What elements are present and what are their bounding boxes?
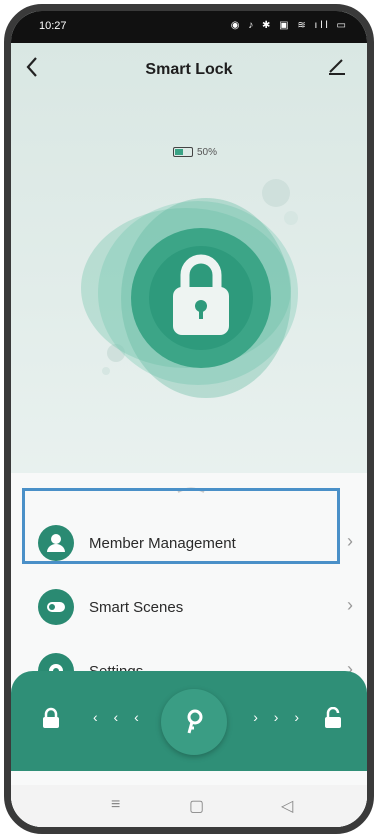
- swipe-left-arrows: ‹ ‹ ‹: [93, 709, 145, 725]
- lock-button[interactable]: [41, 707, 61, 734]
- system-nav-bar: ≡ ▢ ◁: [11, 785, 367, 827]
- swipe-right-arrows: › › ›: [253, 709, 305, 725]
- back-nav-button[interactable]: ◁: [281, 796, 293, 816]
- status-time: 10:27: [39, 20, 67, 32]
- key-icon: [187, 709, 203, 734]
- status-bar: 10:27 ◉ ♪ ✱ ▣ ≋ ıll ▭: [11, 11, 367, 43]
- lock-action-bar: ‹ ‹ ‹ › › ›: [11, 671, 367, 771]
- menu-item-smart-scenes[interactable]: Smart Scenes ›: [11, 577, 367, 637]
- phone-frame: 10:27 ◉ ♪ ✱ ▣ ≋ ıll ▭ Smart Lock 50% Mem…: [4, 4, 374, 834]
- lock-illustration: [81, 179, 298, 398]
- page-title: Smart Lock: [145, 61, 233, 78]
- battery-indicator: 50%: [173, 147, 217, 158]
- chevron-right-icon: ›: [347, 595, 353, 615]
- battery-icon: [173, 147, 193, 158]
- lock-icon: [43, 707, 59, 728]
- menu-label: Smart Scenes: [89, 599, 184, 616]
- edit-button[interactable]: [327, 55, 353, 81]
- chevron-right-icon: ›: [347, 531, 353, 551]
- pencil-icon: [329, 59, 345, 75]
- unlock-icon: [325, 706, 341, 728]
- status-icons: ◉ ♪ ✱ ▣ ≋ ıll ▭: [230, 20, 349, 31]
- menu-nav-button[interactable]: ≡: [111, 796, 120, 814]
- unlock-button[interactable]: [323, 706, 343, 734]
- key-unlock-button[interactable]: [161, 689, 227, 755]
- home-nav-button[interactable]: ▢: [189, 796, 204, 816]
- battery-percent: 50%: [197, 147, 218, 158]
- header: Smart Lock: [11, 43, 367, 99]
- highlight-box: [22, 488, 340, 564]
- toggle-icon: [38, 589, 74, 625]
